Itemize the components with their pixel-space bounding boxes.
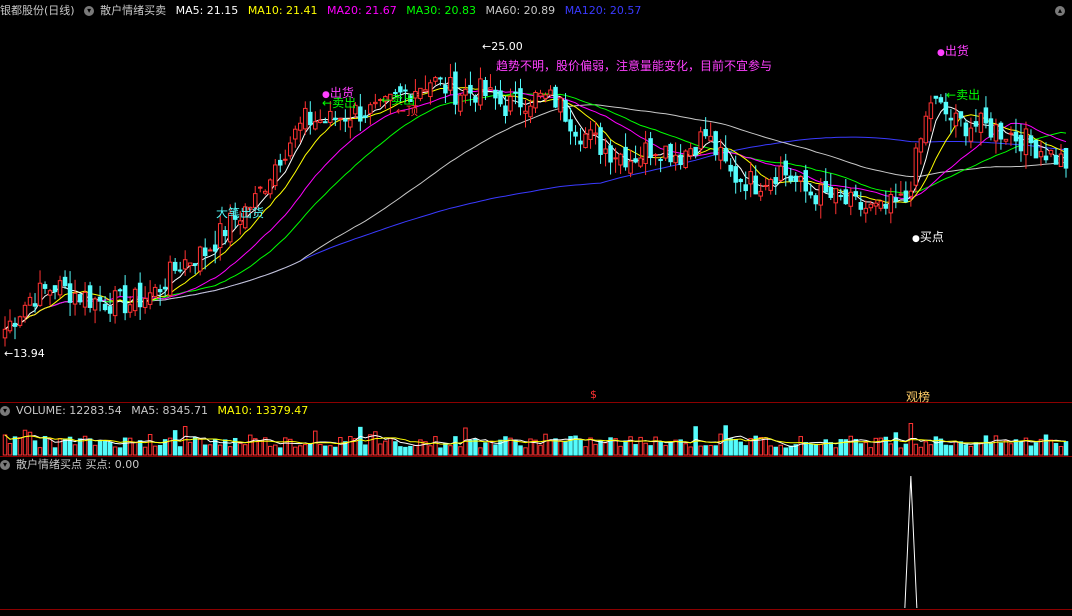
sell-signal-2: ←卖出 (322, 96, 357, 110)
dollar-marker: $ (590, 388, 597, 401)
signal-chart (904, 475, 918, 609)
chart-window: { "header": { "stock": "银都股份(日线)", "indi… (0, 0, 1072, 616)
sell-signal-5: ←卖出 (946, 88, 981, 102)
sell-signal-4: ●出货 (937, 44, 969, 58)
big-sell-signal: 大笔出货 (216, 206, 265, 220)
low-label: ←13.94 (4, 347, 45, 360)
rank-marker: 观榜 (906, 390, 931, 404)
warning-text: 趋势不明，股价偏弱，注意量能变化，目前不宜参与 (496, 59, 773, 73)
top-signal: ←顶 (396, 104, 419, 118)
buy-signal: ●买点 (912, 230, 944, 244)
high-label: ←25.00 (482, 40, 523, 53)
buy-signal-spike (904, 475, 918, 609)
